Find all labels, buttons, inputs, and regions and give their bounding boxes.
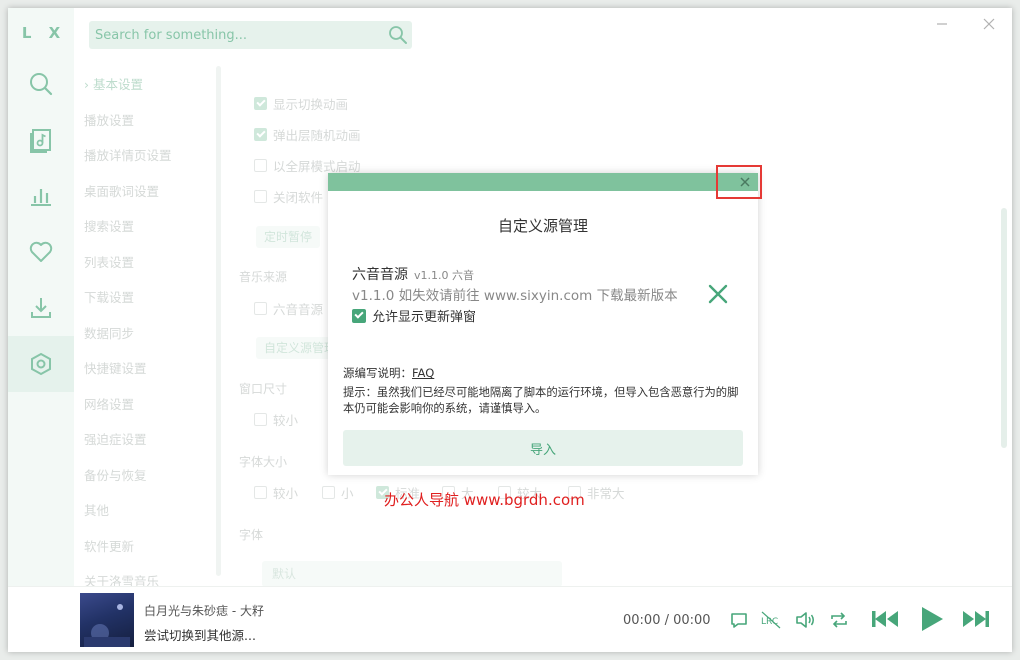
player-bar: 白月光与朱砂痣 - 大籽 尝试切换到其他源... 00:00 / 00:00 L… xyxy=(8,586,1012,652)
lyric-toggle-icon[interactable]: LRC xyxy=(760,609,782,631)
volume-icon[interactable] xyxy=(794,609,816,631)
song-status: 尝试切换到其他源... xyxy=(144,628,256,643)
source-name: 六音音源 v1.1.0 六音 xyxy=(352,267,474,283)
song-title: 白月光与朱砂痣 - 大籽 xyxy=(144,604,264,618)
faq-link[interactable]: FAQ xyxy=(412,366,434,380)
previous-icon[interactable] xyxy=(870,604,900,634)
play-time: 00:00 / 00:00 xyxy=(623,613,711,628)
import-tip: 提示：虽然我们已经尽可能地隔离了脚本的运行环境，但导入包含恶意行为的脚本仍可能会… xyxy=(343,386,739,415)
remove-source-icon[interactable] xyxy=(706,282,730,306)
album-cover[interactable] xyxy=(80,593,134,647)
app-window: L X › 基本设置 播放设置 播放详情页设置 桌面歌词设置 搜索设置 xyxy=(8,8,1012,652)
modal-title: 自定义源管理 xyxy=(497,217,588,235)
import-button[interactable]: 导入 xyxy=(343,430,743,466)
close-highlight-box xyxy=(716,165,762,199)
watermark-text: 办公人导航 www.bgrdh.com xyxy=(384,491,585,509)
repeat-icon[interactable] xyxy=(828,609,850,631)
modal-header-bar xyxy=(328,173,758,191)
allow-update-checkbox[interactable]: 允许显示更新弹窗 xyxy=(352,306,476,325)
comment-icon[interactable] xyxy=(728,609,750,631)
play-icon[interactable] xyxy=(916,604,946,634)
next-icon[interactable] xyxy=(961,604,991,634)
doc-note: 源编写说明：FAQ xyxy=(343,366,435,380)
source-version: v1.1.0 六音 xyxy=(414,269,474,282)
custom-source-modal: 自定义源管理 六音音源 v1.1.0 六音 v1.1.0 如失效请前往 www.s… xyxy=(328,173,758,475)
source-description: v1.1.0 如失效请前往 www.sixyin.com 下载最新版本 xyxy=(352,288,678,304)
